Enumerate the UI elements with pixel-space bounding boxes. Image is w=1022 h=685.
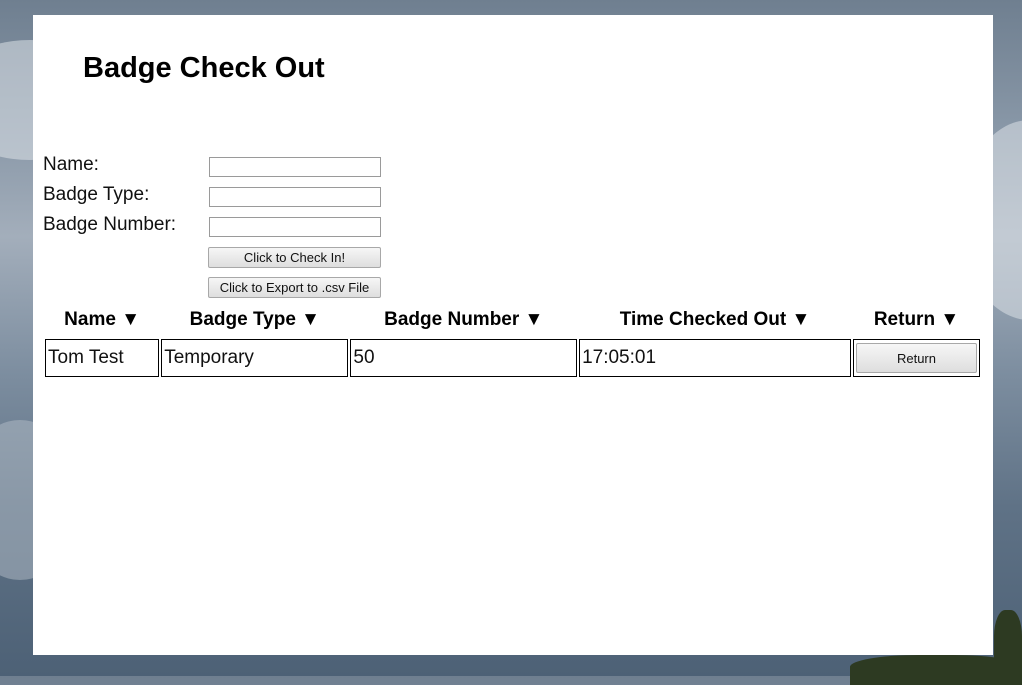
- column-header-return[interactable]: Return ▼: [853, 307, 980, 337]
- main-panel: Badge Check Out Name: Badge Type: Badge …: [33, 15, 993, 655]
- cell-return: Return: [852, 339, 980, 377]
- return-button[interactable]: Return: [855, 343, 977, 373]
- table-header-row: Name ▼ Badge Type ▼ Badge Number ▼ Time …: [45, 307, 980, 337]
- export-csv-button[interactable]: Click to Export to .csv File: [208, 277, 381, 298]
- badge-number-label: Badge Number:: [43, 214, 177, 235]
- table-row: Tom Test Temporary 50 17:05:01 Return: [45, 339, 980, 377]
- page-title: Badge Check Out: [83, 52, 325, 84]
- check-in-button[interactable]: Click to Check In!: [208, 247, 381, 268]
- column-header-name[interactable]: Name ▼: [45, 307, 159, 337]
- badge-number-input[interactable]: [209, 217, 381, 237]
- name-label: Name:: [43, 154, 99, 175]
- column-header-badge-type[interactable]: Badge Type ▼: [161, 307, 348, 337]
- cell-name: Tom Test: [45, 339, 160, 377]
- name-input[interactable]: [209, 157, 381, 177]
- badge-type-label: Badge Type:: [43, 184, 150, 205]
- column-header-badge-number[interactable]: Badge Number ▼: [350, 307, 577, 337]
- cell-badge-number: 50: [350, 339, 578, 377]
- cell-time-checked-out: 17:05:01: [579, 339, 851, 377]
- badge-type-input[interactable]: [209, 187, 381, 207]
- column-header-time-checked-out[interactable]: Time Checked Out ▼: [579, 307, 851, 337]
- badge-table: Name ▼ Badge Type ▼ Badge Number ▼ Time …: [43, 305, 982, 379]
- cell-badge-type: Temporary: [161, 339, 349, 377]
